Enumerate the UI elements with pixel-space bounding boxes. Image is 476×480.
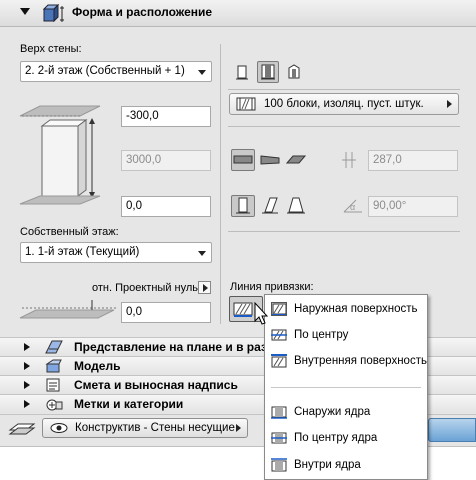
top-wall-label: Верх стены: xyxy=(20,43,82,55)
section-label: Метки и категории xyxy=(74,397,184,411)
wall-straight-plan-icon[interactable] xyxy=(231,149,255,171)
structure-label: 100 блоки, изоляц. пуст. штук. xyxy=(264,98,424,110)
menu-item-label: По центру ядра xyxy=(294,432,378,444)
wall-polygon-plan-icon[interactable] xyxy=(284,149,308,171)
mouse-cursor-icon xyxy=(254,302,269,325)
menu-item-label: Снаружи ядра xyxy=(294,406,371,418)
svg-text:α: α xyxy=(350,202,355,212)
chevron-right-icon xyxy=(447,100,452,108)
expand-triangle-icon xyxy=(24,381,30,389)
divider xyxy=(228,231,460,232)
plan-section-icon xyxy=(45,340,63,354)
menu-item-inside[interactable]: Внутренняя поверхность xyxy=(265,350,427,374)
slanted-wall-icon[interactable] xyxy=(258,195,282,217)
base-offset-field[interactable]: 0,0 xyxy=(121,196,211,217)
reference-label: отн. Проектный нуль xyxy=(92,282,198,294)
menu-item-center[interactable]: По центру xyxy=(265,324,427,348)
menu-item-label: По центру xyxy=(294,329,349,341)
ref-inside-icon xyxy=(271,354,287,368)
composite-hatch-icon xyxy=(236,97,256,111)
wall-height-diagram xyxy=(19,105,101,205)
reference-menu-button[interactable] xyxy=(198,281,211,294)
ref-center-icon xyxy=(271,329,287,341)
menu-item-core-center[interactable]: По центру ядра xyxy=(265,427,427,451)
expand-triangle-icon xyxy=(24,343,30,351)
vertical-wall-icon[interactable] xyxy=(231,195,255,217)
wall-trapezoid-plan-icon[interactable] xyxy=(258,149,282,171)
wall-profile-icon[interactable] xyxy=(283,61,305,83)
menu-separator xyxy=(271,387,421,388)
top-wall-value: 2. 2-й этаж (Собственный + 1) xyxy=(25,65,185,77)
model-icon xyxy=(45,359,62,373)
expand-triangle-icon xyxy=(24,400,30,408)
section-label: Смета и выносная надпись xyxy=(74,378,238,392)
layer-label: Конструктив - Стены несущие xyxy=(75,422,235,434)
angle-icon: α xyxy=(343,199,362,213)
collapse-triangle-icon[interactable] xyxy=(20,8,30,15)
layers-icon xyxy=(8,423,36,435)
thickness-icon xyxy=(342,152,356,168)
layer-select-button[interactable]: Конструктив - Стены несущие xyxy=(42,418,248,438)
listing-icon xyxy=(46,378,60,392)
core-center-icon xyxy=(271,432,287,444)
wall-composite-icon[interactable] xyxy=(257,61,279,83)
top-wall-select[interactable]: 2. 2-й этаж (Собственный + 1) xyxy=(20,61,212,82)
double-slanted-wall-icon[interactable] xyxy=(284,195,308,217)
home-story-label: Собственный этаж: xyxy=(20,226,119,238)
core-outside-icon xyxy=(271,406,287,419)
expand-triangle-icon xyxy=(24,362,30,370)
reference-level-icon xyxy=(19,300,118,319)
chevron-right-icon xyxy=(236,424,241,432)
divider xyxy=(228,89,460,90)
wall-height-field[interactable]: 3000,0 xyxy=(121,150,211,171)
column-divider xyxy=(220,44,221,324)
section-label: Представление на плане и в раз xyxy=(74,340,267,354)
reference-offset-field[interactable]: 0,0 xyxy=(121,302,211,323)
menu-item-core-inside[interactable]: Внутри ядра xyxy=(265,454,427,478)
home-story-value: 1. 1-й этаж (Текущий) xyxy=(25,246,140,258)
menu-item-label: Наружная поверхность xyxy=(294,303,418,315)
core-inside-icon xyxy=(271,458,287,472)
eye-icon xyxy=(50,423,68,433)
menu-item-outside[interactable]: Наружная поверхность xyxy=(265,298,427,322)
tags-icon xyxy=(46,399,63,411)
section-label: Модель xyxy=(74,359,121,373)
home-story-select[interactable]: 1. 1-й этаж (Текущий) xyxy=(20,242,212,263)
menu-item-label: Внутренняя поверхность xyxy=(294,355,427,367)
ok-button[interactable] xyxy=(428,418,476,442)
wall-straight-icon[interactable] xyxy=(231,61,253,83)
menu-item-core-outside[interactable]: Снаружи ядра xyxy=(265,401,427,425)
angle-field[interactable]: 90,00° xyxy=(368,196,458,217)
ref-outside-icon xyxy=(271,302,287,316)
chevron-down-icon xyxy=(198,251,206,256)
menu-item-label: Внутри ядра xyxy=(294,459,361,471)
top-offset-field[interactable]: -300,0 xyxy=(121,106,211,127)
divider xyxy=(228,126,460,127)
ref-line-label: Линия привязки: xyxy=(230,281,314,293)
section-title: Форма и расположение xyxy=(72,5,213,19)
ref-line-menu: Наружная поверхность По центру Внутрення… xyxy=(264,294,428,480)
ref-outside-icon xyxy=(233,302,253,317)
structure-select-button[interactable]: 100 блоки, изоляц. пуст. штук. xyxy=(229,93,459,115)
thickness-field[interactable]: 287,0 xyxy=(368,150,458,171)
wall-box-icon xyxy=(42,4,64,23)
chevron-down-icon xyxy=(198,70,206,75)
